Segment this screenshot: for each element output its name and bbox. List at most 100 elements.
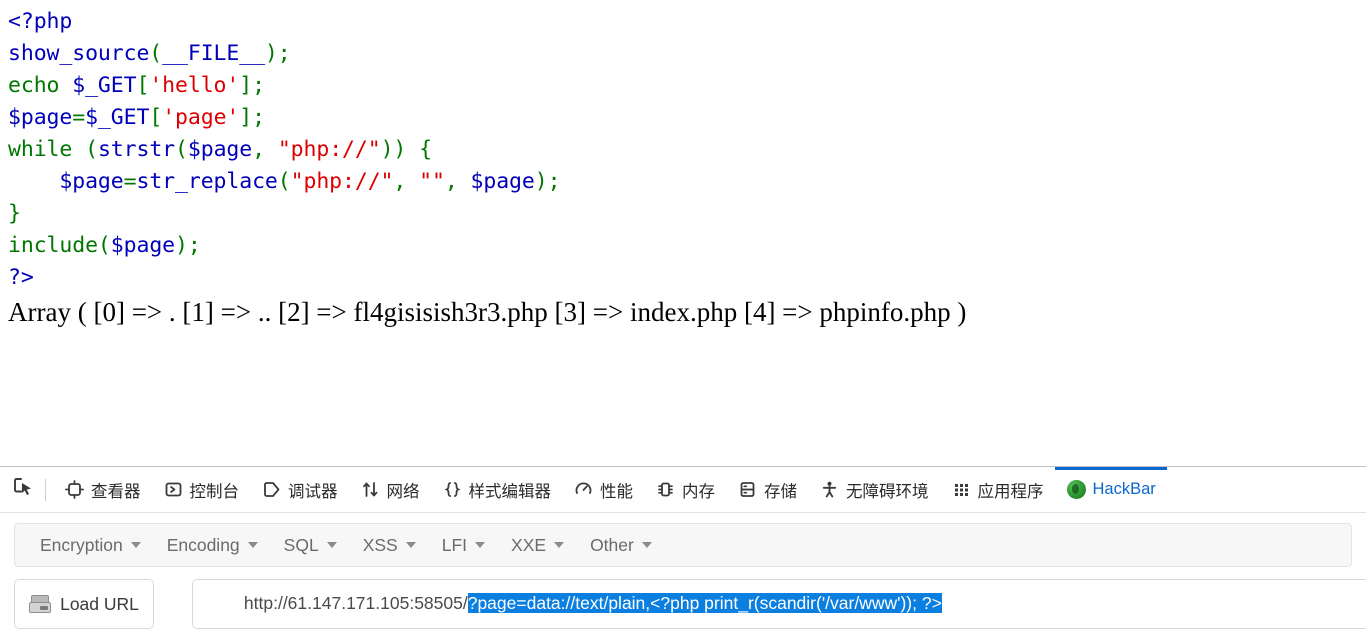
tab-accessibility-label: 无障碍环境 bbox=[846, 482, 929, 501]
tab-storage[interactable]: 存储 bbox=[726, 467, 808, 513]
toolbar-divider bbox=[45, 478, 46, 501]
code-token: )) { bbox=[380, 137, 432, 162]
tab-performance-label: 性能 bbox=[600, 482, 633, 501]
tab-console[interactable]: 控制台 bbox=[152, 467, 251, 513]
code-token: $page bbox=[8, 105, 73, 130]
code-token: str_replace bbox=[136, 169, 278, 194]
disk-load-icon bbox=[29, 595, 52, 613]
browser-page-viewport: <?php show_source(__FILE__); echo $_GET[… bbox=[0, 0, 1366, 466]
code-token: $page bbox=[470, 169, 535, 194]
tab-console-label: 控制台 bbox=[189, 482, 240, 501]
tab-application-label: 应用程序 bbox=[977, 482, 1044, 501]
tab-debugger-label: 调试器 bbox=[288, 482, 338, 501]
tab-network[interactable]: 网络 bbox=[349, 467, 431, 513]
code-token: ] bbox=[239, 73, 253, 98]
hackbar-menu-encryption[interactable]: Encryption bbox=[27, 535, 154, 556]
console-chevron-icon bbox=[163, 479, 184, 500]
chevron-down-icon bbox=[554, 542, 565, 548]
code-token: ); bbox=[534, 169, 561, 194]
code-token: ( bbox=[175, 137, 188, 162]
element-picker-icon bbox=[12, 476, 34, 503]
tab-style-editor-label: 样式编辑器 bbox=[468, 482, 552, 501]
url-input[interactable]: http://61.147.171.105:58505/?page=data:/… bbox=[192, 579, 1366, 629]
tab-hackbar-label: HackBar bbox=[1092, 480, 1156, 498]
tab-inspector[interactable]: 查看器 bbox=[53, 467, 152, 513]
code-token: [ bbox=[149, 105, 163, 130]
network-arrows-icon bbox=[360, 479, 381, 500]
code-token: , bbox=[393, 169, 420, 194]
code-token: ; bbox=[252, 105, 265, 130]
debugger-pentagon-icon bbox=[261, 479, 282, 500]
devtools-panel: 查看器 控制台 调试器 网络 样式编辑器 性能 内存 存储 无障碍环境 应用程序… bbox=[0, 466, 1366, 629]
code-token: , bbox=[252, 137, 278, 162]
load-url-button-label: Load URL bbox=[60, 593, 139, 614]
load-url-button[interactable]: Load URL bbox=[14, 579, 154, 629]
tab-memory[interactable]: 内存 bbox=[644, 467, 726, 513]
code-token: [ bbox=[136, 73, 150, 98]
code-token: $page bbox=[187, 137, 253, 162]
hackbar-menu-lfi[interactable]: LFI bbox=[429, 535, 498, 556]
code-token: ); bbox=[175, 233, 201, 258]
chevron-down-icon bbox=[641, 542, 652, 548]
code-token: while bbox=[8, 137, 86, 162]
php-source-code: <?php show_source(__FILE__); echo $_GET[… bbox=[8, 6, 561, 294]
tab-memory-label: 内存 bbox=[682, 482, 715, 501]
hackbar-green-icon bbox=[1066, 479, 1087, 500]
hackbar-menu-xss-label: XSS bbox=[362, 534, 398, 555]
hackbar-menu-other[interactable]: Other bbox=[577, 535, 665, 556]
memory-chip-icon bbox=[655, 479, 676, 500]
application-grid-icon bbox=[951, 479, 972, 500]
code-token: $page bbox=[110, 233, 176, 258]
hackbar-menu-lfi-label: LFI bbox=[441, 534, 468, 555]
tab-storage-label: 存储 bbox=[764, 482, 797, 501]
php-array-output: Array ( [0] => . [1] => .. [2] => fl4gis… bbox=[8, 297, 967, 327]
code-token: , bbox=[444, 169, 471, 194]
chevron-down-icon bbox=[405, 542, 416, 548]
style-editor-braces-icon bbox=[442, 479, 463, 500]
code-token: $_GET bbox=[72, 73, 137, 98]
hackbar-menu-encryption-label: Encryption bbox=[40, 534, 123, 555]
code-token: ( bbox=[277, 169, 291, 194]
code-token: 'hello' bbox=[149, 73, 240, 98]
code-token: echo bbox=[8, 73, 73, 98]
code-token: ( bbox=[97, 233, 111, 258]
hackbar-menu-encoding[interactable]: Encoding bbox=[154, 535, 271, 556]
element-picker-button[interactable] bbox=[6, 473, 40, 507]
code-token: = bbox=[72, 105, 86, 130]
chevron-down-icon bbox=[247, 542, 258, 548]
hackbar-menu-bar: Encryption Encoding SQL XSS LFI XXE Othe… bbox=[14, 523, 1352, 567]
code-token: ; bbox=[277, 41, 291, 66]
hackbar-menu-sql-label: SQL bbox=[283, 534, 319, 555]
code-token: "php://" bbox=[277, 137, 381, 162]
hackbar-menu-xxe-label: XXE bbox=[511, 534, 547, 555]
code-token: <?php bbox=[8, 9, 73, 34]
hackbar-menu-encoding-label: Encoding bbox=[166, 534, 240, 555]
code-token: ] bbox=[239, 105, 253, 130]
code-token: include bbox=[8, 233, 98, 258]
hackbar-menu-sql[interactable]: SQL bbox=[271, 535, 350, 556]
hackbar-menu-xxe[interactable]: XXE bbox=[498, 535, 577, 556]
code-token: $_GET bbox=[85, 105, 150, 130]
url-prefix-text: http://61.147.171.105:58505/ bbox=[243, 593, 468, 614]
inspector-target-icon bbox=[64, 479, 85, 500]
code-token: ( bbox=[149, 41, 163, 66]
tab-accessibility[interactable]: 无障碍环境 bbox=[808, 467, 940, 513]
code-token: $page bbox=[59, 169, 124, 194]
code-token: ) bbox=[264, 41, 278, 66]
tab-performance[interactable]: 性能 bbox=[562, 467, 644, 513]
tab-hackbar[interactable]: HackBar bbox=[1054, 466, 1168, 513]
code-token: ; bbox=[252, 73, 265, 98]
hackbar-menu-xss[interactable]: XSS bbox=[350, 535, 429, 556]
code-token: "php://" bbox=[290, 169, 394, 194]
storage-database-icon bbox=[737, 479, 758, 500]
tab-debugger[interactable]: 调试器 bbox=[250, 467, 349, 513]
code-token: show_source bbox=[8, 41, 150, 66]
hackbar-menu-other-label: Other bbox=[590, 534, 634, 555]
tab-style-editor[interactable]: 样式编辑器 bbox=[431, 467, 563, 513]
code-token: "" bbox=[419, 169, 445, 194]
tab-application[interactable]: 应用程序 bbox=[940, 467, 1055, 513]
code-token: ?> bbox=[8, 265, 34, 290]
accessibility-person-icon bbox=[819, 479, 840, 500]
tab-network-label: 网络 bbox=[386, 482, 420, 501]
